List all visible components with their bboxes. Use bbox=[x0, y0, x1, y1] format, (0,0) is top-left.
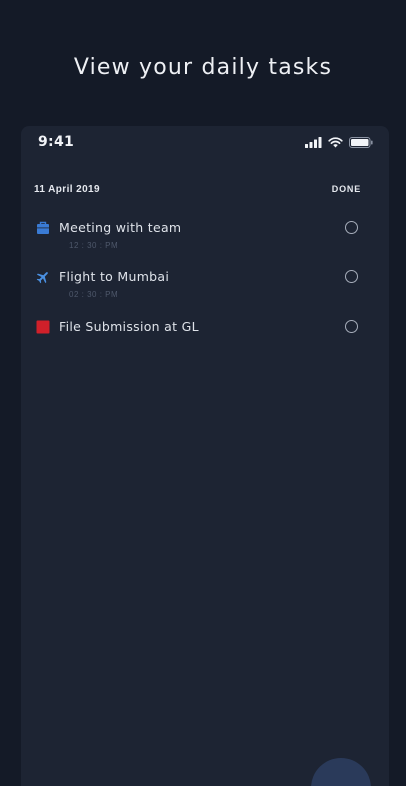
phone-screen: 9:41 11 April 2019 DONE Meeting with tea… bbox=[21, 126, 389, 786]
airplane-icon bbox=[36, 272, 48, 284]
wifi-icon bbox=[328, 137, 343, 148]
task-time: 12 : 30 : PM bbox=[69, 241, 119, 250]
file-icon bbox=[36, 320, 50, 334]
task-complete-checkbox[interactable] bbox=[345, 320, 358, 333]
list-item[interactable]: Flight to Mumbai 02 : 30 : PM bbox=[21, 269, 389, 310]
add-task-button[interactable] bbox=[311, 758, 371, 786]
task-title: Flight to Mumbai bbox=[59, 269, 170, 284]
list-item[interactable]: Meeting with team 12 : 30 : PM bbox=[21, 220, 389, 261]
task-complete-checkbox[interactable] bbox=[345, 270, 358, 283]
battery-icon bbox=[349, 137, 373, 148]
status-time: 9:41 bbox=[38, 134, 75, 150]
task-time: 02 : 30 : PM bbox=[69, 290, 119, 299]
list-item[interactable]: File Submission at GL bbox=[21, 319, 389, 360]
page-title: View your daily tasks bbox=[73, 55, 333, 80]
task-title: Meeting with team bbox=[59, 220, 182, 235]
task-title: File Submission at GL bbox=[59, 319, 199, 334]
briefcase-icon bbox=[37, 221, 49, 234]
status-icons bbox=[305, 137, 373, 148]
done-button[interactable]: DONE bbox=[332, 184, 361, 194]
task-date: 11 April 2019 bbox=[34, 184, 100, 195]
cellular-signal-icon bbox=[305, 137, 322, 148]
task-complete-checkbox[interactable] bbox=[345, 221, 358, 234]
